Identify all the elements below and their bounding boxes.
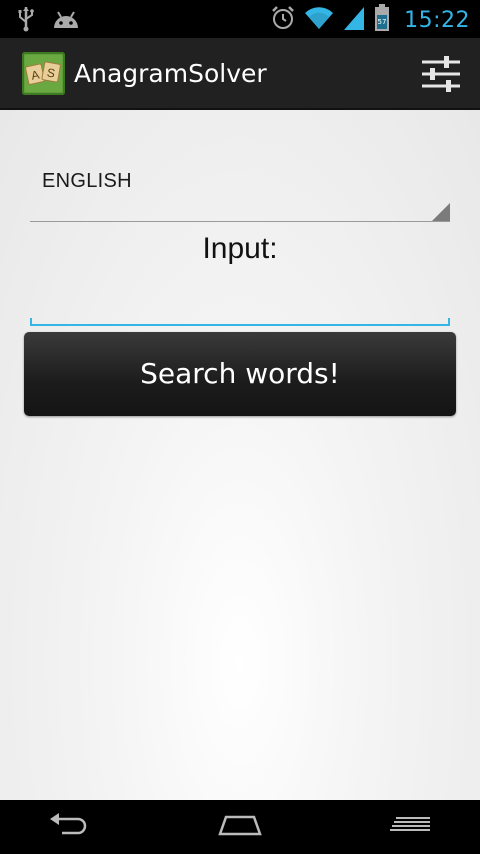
recent-apps-button[interactable]	[352, 800, 472, 854]
android-icon	[52, 8, 80, 34]
status-bar: 57 15:22	[0, 0, 480, 38]
wifi-icon	[304, 6, 334, 34]
word-input-field[interactable]	[30, 280, 450, 326]
signal-icon	[342, 5, 366, 35]
dropdown-arrow-icon	[432, 203, 450, 221]
sliders-icon	[420, 56, 462, 98]
main-content: ENGLISH Input: Search words!	[0, 110, 480, 800]
navigation-bar	[0, 800, 480, 854]
input-underline-left-tick	[30, 318, 32, 326]
battery-icon: 57	[374, 4, 390, 36]
search-words-button[interactable]: Search words!	[24, 332, 456, 416]
input-label: Input:	[202, 232, 278, 265]
home-icon	[218, 814, 262, 840]
usb-icon	[18, 6, 34, 36]
back-button[interactable]	[8, 800, 128, 854]
app-title: AnagramSolver	[74, 59, 267, 88]
back-icon	[48, 813, 88, 841]
status-time: 15:22	[404, 7, 470, 33]
input-underline	[30, 324, 450, 326]
alarm-icon	[270, 5, 296, 35]
language-value: ENGLISH	[42, 170, 132, 192]
settings-button[interactable]	[420, 54, 462, 94]
action-bar: A S AnagramSolver	[0, 38, 480, 110]
home-button[interactable]	[180, 800, 300, 854]
language-spinner[interactable]: ENGLISH	[30, 150, 450, 222]
anagram-tiles-icon[interactable]: A S	[22, 52, 65, 95]
spinner-underline	[30, 221, 450, 222]
recent-apps-icon	[390, 816, 434, 838]
input-underline-right-tick	[448, 318, 450, 326]
svg-text:57: 57	[378, 18, 387, 26]
word-input[interactable]	[30, 280, 450, 326]
